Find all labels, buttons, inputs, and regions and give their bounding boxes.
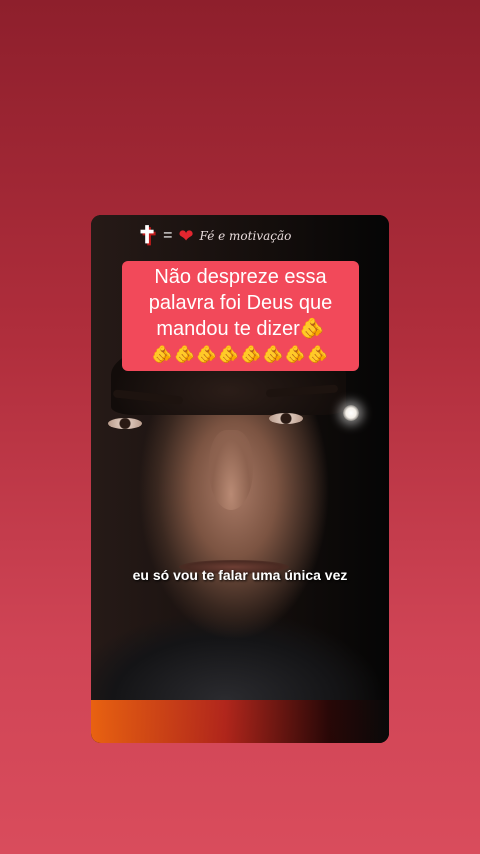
light-glare xyxy=(343,405,359,421)
caption-text: Não despreze essa palavra foi Deus que m… xyxy=(148,266,333,340)
orange-flare xyxy=(91,700,389,743)
equals-sign: = xyxy=(163,227,173,244)
right-eye xyxy=(269,413,303,424)
video-card[interactable]: ✝ = ❤ Fé e motivação Não despreze essa p… xyxy=(91,215,389,743)
caption-emojis: 🫵🫵🫵🫵🫵🫵🫵🫵 xyxy=(151,345,330,364)
caption-box: Não despreze essa palavra foi Deus que m… xyxy=(122,261,359,371)
person-nose xyxy=(209,430,253,510)
cross-icon: ✝ xyxy=(137,222,158,249)
video-subtitle: eu só vou te falar uma única vez xyxy=(132,567,348,583)
channel-header: ✝ = ❤ Fé e motivação xyxy=(137,221,291,251)
heart-icon: ❤ xyxy=(178,225,194,246)
left-eye xyxy=(108,418,142,429)
brand-name: Fé e motivação xyxy=(199,229,292,243)
